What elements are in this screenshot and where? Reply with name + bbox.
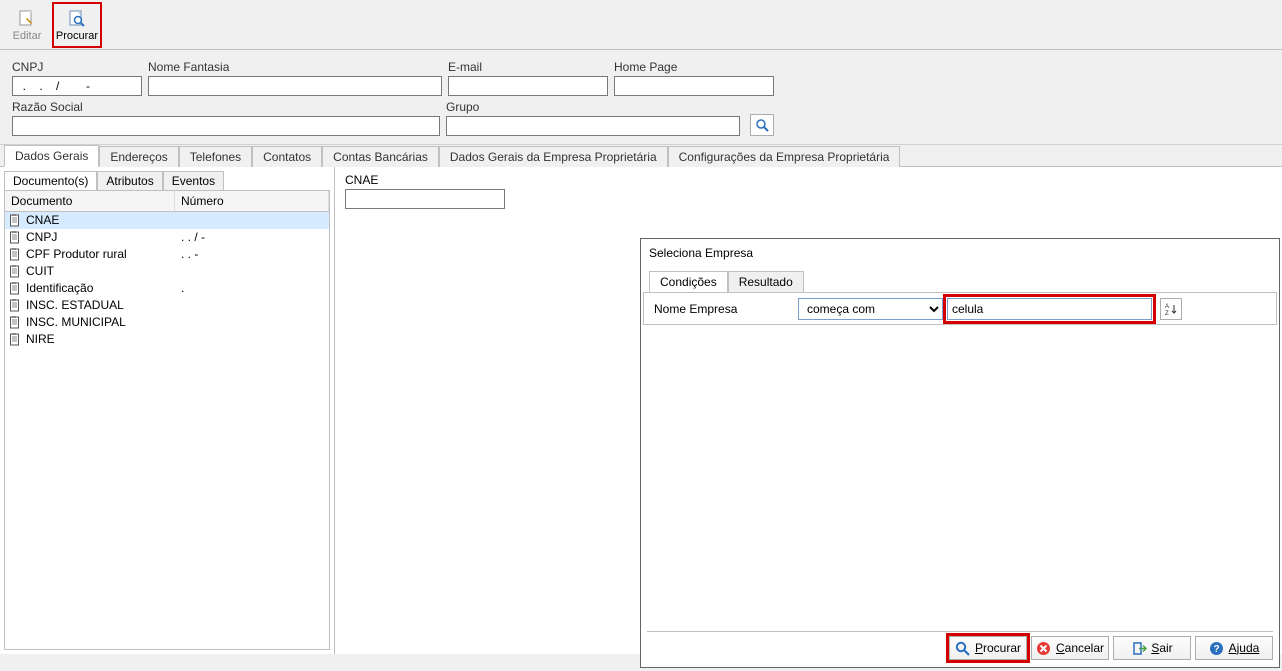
doc-cell: Identificação [5,280,175,297]
dialog-cancelar-button[interactable]: Cancelar [1031,636,1109,660]
editar-button[interactable]: Editar [2,2,52,48]
tab-contas-bancarias[interactable]: Contas Bancárias [322,146,439,167]
subtab-documentos[interactable]: Documento(s) [4,171,97,190]
sair-btn-label: Sair [1151,641,1172,655]
sub-tabs: Documento(s) Atributos Eventos [0,167,334,190]
razao-social-input[interactable] [12,116,440,136]
procurar-label: Procurar [56,30,98,42]
grupo-search-button[interactable] [750,114,774,136]
table-row[interactable]: NIRE [5,331,329,348]
col-numero[interactable]: Número [175,191,329,211]
home-page-label: Home Page [614,60,774,74]
nome-empresa-label: Nome Empresa [644,302,794,316]
documentos-grid: Documento Número CNAECNPJ . . / -CPF Pro… [4,190,330,650]
num-cell: . . - [175,246,329,263]
svg-text:A: A [1165,304,1169,310]
filter-form: CNPJ Nome Fantasia E-mail Home Page Razã… [0,50,1282,145]
table-row[interactable]: CNAE [5,212,329,229]
doc-cell: CPF Produtor rural [5,246,175,263]
num-cell [175,212,329,229]
table-row[interactable]: INSC. MUNICIPAL [5,314,329,331]
seleciona-empresa-dialog: Seleciona Empresa Condições Resultado No… [640,238,1280,668]
cnpj-label: CNPJ [12,60,142,74]
ajuda-btn-label: Ajuda [1229,641,1260,655]
tab-condicoes[interactable]: Condições [649,271,728,292]
table-row[interactable]: Identificação. [5,280,329,297]
table-row[interactable]: CNPJ . . / - [5,229,329,246]
tab-enderecos[interactable]: Endereços [99,146,178,167]
grid-header: Documento Número [5,191,329,212]
dialog-title: Seleciona Empresa [641,239,1279,263]
search-icon [755,118,769,132]
sort-button[interactable]: AZ [1160,298,1182,320]
procurar-btn-label: Procurar [975,641,1021,655]
num-cell [175,297,329,314]
num-cell: . . / - [175,229,329,246]
grupo-label: Grupo [446,100,740,114]
email-label: E-mail [448,60,608,74]
nome-fantasia-label: Nome Fantasia [148,60,442,74]
cnpj-input[interactable] [12,76,142,96]
main-toolbar: Editar Procurar [0,0,1282,50]
search-icon [955,640,971,656]
dialog-body: Nome Empresa começa com AZ [643,292,1277,622]
dialog-footer: Procurar Cancelar Sair ? Ajuda [647,631,1273,661]
nome-fantasia-input[interactable] [148,76,442,96]
procurar-button[interactable]: Procurar [52,2,102,48]
tab-resultado[interactable]: Resultado [728,271,804,292]
doc-cell: CNAE [5,212,175,229]
help-icon: ? [1209,640,1225,656]
subtab-atributos[interactable]: Atributos [97,171,162,190]
dialog-ajuda-button[interactable]: ? Ajuda [1195,636,1273,660]
doc-cell: INSC. MUNICIPAL [5,314,175,331]
cancel-icon [1036,640,1052,656]
svg-text:Z: Z [1165,311,1169,316]
tab-telefones[interactable]: Telefones [179,146,252,167]
cnae-field-label: CNAE [345,173,1272,187]
svg-text:?: ? [1214,644,1220,655]
doc-cell: CUIT [5,263,175,280]
document-search-icon [66,8,88,30]
exit-icon [1131,640,1147,656]
home-page-input[interactable] [614,76,774,96]
num-cell: . [175,280,329,297]
sort-az-icon: AZ [1164,302,1178,316]
search-value-input[interactable] [947,298,1152,320]
cnae-input[interactable] [345,189,505,209]
table-row[interactable]: CPF Produtor rural . . - [5,246,329,263]
tab-contatos[interactable]: Contatos [252,146,322,167]
tab-config-empresa-prop[interactable]: Configurações da Empresa Proprietária [668,146,901,167]
dialog-procurar-button[interactable]: Procurar [949,636,1027,660]
edit-icon [16,8,38,30]
dialog-sair-button[interactable]: Sair [1113,636,1191,660]
operator-select[interactable]: começa com [798,298,943,320]
dialog-tabs: Condições Resultado [641,263,1279,292]
doc-cell: CNPJ [5,229,175,246]
col-documento[interactable]: Documento [5,191,175,211]
left-pane: Documento(s) Atributos Eventos Documento… [0,167,335,654]
num-cell [175,331,329,348]
doc-cell: NIRE [5,331,175,348]
cancelar-btn-label: Cancelar [1056,641,1104,655]
grid-body: CNAECNPJ . . / -CPF Produtor rural . . -… [5,212,329,348]
table-row[interactable]: INSC. ESTADUAL [5,297,329,314]
main-tabs: Dados Gerais Endereços Telefones Contato… [0,145,1282,167]
subtab-eventos[interactable]: Eventos [163,171,224,190]
condition-row: Nome Empresa começa com AZ [643,293,1277,325]
email-input[interactable] [448,76,608,96]
razao-social-label: Razão Social [12,100,440,114]
num-cell [175,314,329,331]
tab-dados-gerais[interactable]: Dados Gerais [4,145,99,167]
num-cell [175,263,329,280]
table-row[interactable]: CUIT [5,263,329,280]
doc-cell: INSC. ESTADUAL [5,297,175,314]
editar-label: Editar [13,30,42,42]
grupo-input[interactable] [446,116,740,136]
tab-dados-empresa-prop[interactable]: Dados Gerais da Empresa Proprietária [439,146,668,167]
